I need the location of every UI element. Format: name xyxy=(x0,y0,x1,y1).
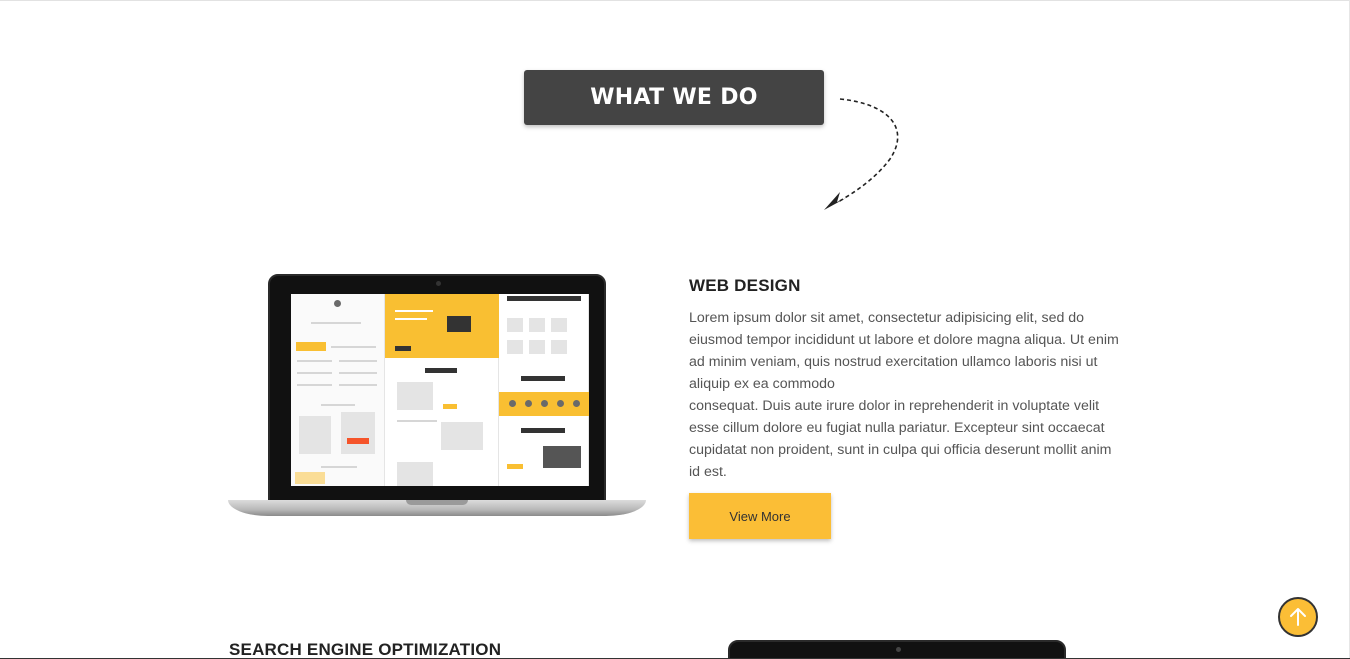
service-description: Lorem ipsum dolor sit amet, consectetur … xyxy=(689,307,1125,483)
top-border xyxy=(0,0,1350,1)
camera-dot xyxy=(896,647,901,652)
service-title: WEB DESIGN xyxy=(689,276,801,295)
service-paragraph-2: consequat. Duis aute irure dolor in repr… xyxy=(689,398,1112,480)
camera-dot xyxy=(436,281,441,286)
preview-column-3 xyxy=(499,294,589,486)
preview-column-2 xyxy=(385,294,499,486)
next-service-title: SEARCH ENGINE OPTIMIZATION xyxy=(229,640,502,659)
website-preview xyxy=(291,294,589,486)
laptop-lid xyxy=(268,274,606,502)
view-more-button[interactable]: View More xyxy=(689,493,831,539)
dashed-curved-arrow-icon xyxy=(824,98,899,210)
section-title: WHAT WE DO xyxy=(524,70,824,125)
laptop-mockup-image-2 xyxy=(728,640,1066,659)
laptop-mockup-image xyxy=(228,274,646,520)
service-paragraph-1: Lorem ipsum dolor sit amet, consectetur … xyxy=(689,310,1119,392)
scroll-to-top-button[interactable] xyxy=(1278,597,1318,637)
preview-column-1 xyxy=(291,294,385,486)
laptop-notch xyxy=(406,500,468,505)
arrow-up-icon xyxy=(1290,608,1306,626)
